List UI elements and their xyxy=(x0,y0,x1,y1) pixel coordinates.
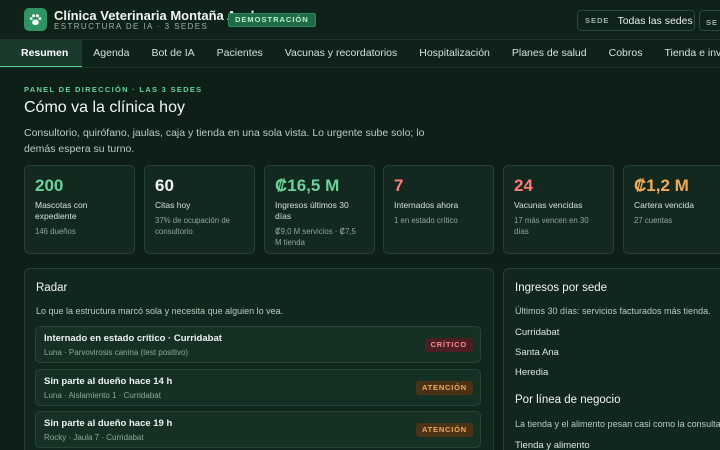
stat-value: ₡16,5 M xyxy=(275,176,340,195)
radar-alert-item[interactable]: Sin parte al dueño hace 14 h Luna · Aisl… xyxy=(35,369,481,406)
alert-detail: Rocky · Jaula 7 · Curridabat xyxy=(44,433,144,442)
sede-select-secondary[interactable]: SE xyxy=(699,10,720,31)
stat-label: Cartera vencida xyxy=(634,200,695,210)
stat-label: Ingresos últimos 30 días xyxy=(275,200,349,221)
tab-bot-ia[interactable]: Bot de IA xyxy=(140,40,205,67)
clinic-subtitle: ESTRUCTURA DE IA · 3 SEDES xyxy=(54,22,209,31)
tab-hospitalizacion[interactable]: Hospitalización xyxy=(408,40,501,67)
stat-card-citas: 60 Citas hoy 37% de ocupación de consult… xyxy=(144,165,255,254)
attention-badge: ATENCIÓN xyxy=(415,423,473,437)
radar-alert-item[interactable]: Sin parte al dueño hace 19 h Rocky · Jau… xyxy=(35,411,481,448)
tab-planes-salud[interactable]: Planes de salud xyxy=(501,40,598,67)
alert-title: Sin parte al dueño hace 14 h xyxy=(44,376,173,387)
income-title: Ingresos por sede xyxy=(515,282,608,294)
radar-panel: Radar Lo que la estructura marcó sola y … xyxy=(24,268,494,450)
sede-row: Santa Ana xyxy=(515,347,559,358)
stat-value: 200 xyxy=(35,176,64,195)
alert-title: Sin parte al dueño hace 19 h xyxy=(44,418,173,429)
stat-card-cartera: ₡1,2 M Cartera vencida 27 cuentas xyxy=(623,165,720,254)
clinic-name: Clínica Veterinaria Montaña Azul xyxy=(54,8,255,23)
sede-select[interactable]: SEDE Todas las sedes xyxy=(577,10,695,31)
tab-agenda[interactable]: Agenda xyxy=(82,40,140,67)
stat-sub: 17 más vencen en 30 días xyxy=(514,216,589,236)
stat-label: Citas hoy xyxy=(155,200,191,210)
clinic-logo xyxy=(24,8,47,31)
stat-card-mascotas: 200 Mascotas con expediente 146 dueños xyxy=(24,165,135,254)
tab-cobros[interactable]: Cobros xyxy=(598,40,654,67)
alert-detail: Luna · Aislamiento 1 · Curridabat xyxy=(44,391,161,400)
attention-badge: ATENCIÓN xyxy=(415,381,473,395)
stat-label: Mascotas con expediente xyxy=(35,200,88,221)
stat-card-internados: 7 Internados ahora 1 en estado crítico xyxy=(383,165,494,254)
sede-row: Curridabat xyxy=(515,327,560,338)
stat-sub: 27 cuentas xyxy=(634,216,673,225)
sede-value: Todas las sedes xyxy=(617,14,693,27)
tab-resumen[interactable]: Resumen xyxy=(0,40,83,67)
top-bar: Clínica Veterinaria Montaña Azul ESTRUCT… xyxy=(0,0,720,40)
tab-tienda-inventario[interactable]: Tienda e inventario xyxy=(653,40,720,67)
stat-value: 60 xyxy=(155,176,174,195)
page-lead: Consultorio, quirófano, jaulas, caja y t… xyxy=(24,127,425,155)
tab-pacientes[interactable]: Pacientes xyxy=(206,40,274,67)
radar-alert-item[interactable]: Internado en estado crítico · Curridabat… xyxy=(35,326,481,363)
sede-row: Heredia xyxy=(515,367,549,378)
stat-value: 24 xyxy=(514,176,533,195)
stat-label: Vacunas vencidas xyxy=(514,200,583,210)
page-title: Cómo va la clínica hoy xyxy=(24,99,185,116)
stat-value: 7 xyxy=(394,176,404,195)
alert-detail: Luna · Parvovirosis canina (test positiv… xyxy=(44,348,189,357)
radar-title: Radar xyxy=(36,282,68,294)
stat-sub: 37% de ocupación de consultorio xyxy=(155,216,230,236)
stat-label: Internados ahora xyxy=(394,200,459,210)
stat-value: ₡1,2 M xyxy=(634,176,689,195)
tab-vacunas[interactable]: Vacunas y recordatorios xyxy=(274,40,408,67)
critical-badge: CRÍTICO xyxy=(424,338,473,352)
stat-sub: 146 dueños xyxy=(35,227,76,236)
stat-card-vacunas: 24 Vacunas vencidas 17 más vencen en 30 … xyxy=(503,165,614,254)
main-nav: Resumen Agenda Bot de IA Pacientes Vacun… xyxy=(0,40,720,68)
panel-eyebrow: PANEL DE DIRECCIÓN · LAS 3 SEDES xyxy=(24,85,203,94)
radar-subtitle: Lo que la estructura marcó sola y necesi… xyxy=(36,306,284,316)
business-line-row: Tienda y alimento xyxy=(515,440,590,450)
paw-icon xyxy=(29,14,42,26)
sede-label: SEDE xyxy=(585,16,610,25)
stat-sub: ₡9,0 M servicios · ₡7,5 M tienda xyxy=(275,227,357,247)
demo-badge: DEMOSTRACIÓN xyxy=(228,13,316,27)
business-line-subtitle: La tienda y el alimento pesan casi como … xyxy=(515,419,720,429)
income-subtitle: Últimos 30 días: servicios facturados má… xyxy=(515,306,711,316)
stat-sub: 1 en estado crítico xyxy=(394,216,458,225)
business-line-title: Por línea de negocio xyxy=(515,394,621,406)
alert-title: Internado en estado crítico · Curridabat xyxy=(44,333,222,344)
income-panel: Ingresos por sede Últimos 30 días: servi… xyxy=(503,268,720,450)
sede-label-secondary: SE xyxy=(706,18,719,27)
stat-card-ingresos: ₡16,5 M Ingresos últimos 30 días ₡9,0 M … xyxy=(264,165,375,254)
